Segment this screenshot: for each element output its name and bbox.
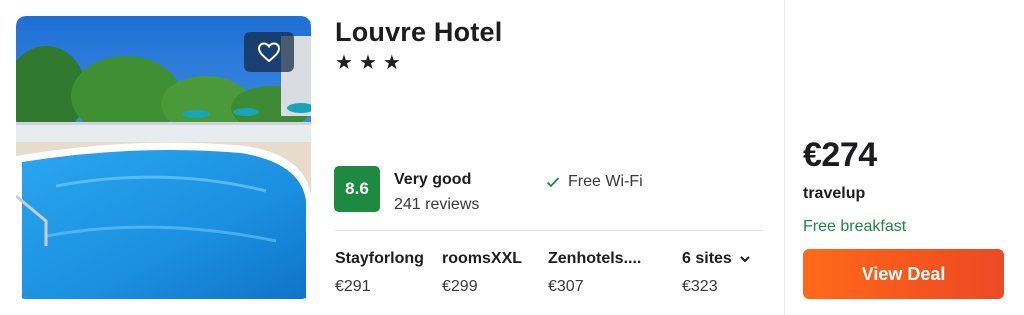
deal-price: €274 bbox=[803, 136, 877, 174]
more-sites-label: 6 sites bbox=[682, 250, 732, 267]
site-option-stayforlong[interactable]: Stayforlong €291 bbox=[335, 250, 424, 296]
site-option-roomsxxl[interactable]: roomsXXL €299 bbox=[442, 250, 522, 296]
divider bbox=[335, 230, 763, 231]
hotel-result-card: Louvre Hotel ★ ★ ★ 8.6 Very good 241 rev… bbox=[0, 0, 1024, 315]
more-sites-dropdown[interactable]: 6 sites €323 bbox=[682, 250, 750, 296]
site-name: Stayforlong bbox=[335, 250, 424, 267]
star-icon: ★ bbox=[358, 52, 377, 74]
rating-label: Very good bbox=[394, 171, 472, 188]
site-price: €291 bbox=[335, 278, 371, 295]
deal-provider: travelup bbox=[803, 185, 866, 202]
view-deal-button[interactable]: View Deal bbox=[803, 249, 1004, 299]
check-icon bbox=[546, 177, 560, 188]
site-price: €307 bbox=[548, 278, 584, 295]
column-separator bbox=[784, 0, 785, 315]
site-name: Zenhotels.... bbox=[548, 250, 642, 267]
star-icon: ★ bbox=[335, 52, 353, 74]
chevron-down-icon bbox=[740, 255, 750, 262]
heart-icon bbox=[257, 42, 281, 63]
site-option-zenhotels[interactable]: Zenhotels.... €307 bbox=[548, 250, 641, 296]
site-price: €299 bbox=[442, 278, 478, 295]
more-sites-label-row: 6 sites bbox=[682, 250, 750, 268]
more-sites-price: €323 bbox=[682, 278, 718, 295]
rating-score-badge: 8.6 bbox=[334, 166, 380, 212]
hotel-name[interactable]: Louvre Hotel bbox=[335, 17, 502, 48]
star-icon: ★ bbox=[382, 52, 401, 74]
review-count[interactable]: 241 reviews bbox=[394, 196, 479, 214]
star-rating: ★ ★ ★ bbox=[335, 53, 401, 73]
site-name: roomsXXL bbox=[442, 250, 523, 267]
deal-perk: Free breakfast bbox=[803, 218, 907, 235]
amenity-wifi: Free Wi-Fi bbox=[546, 173, 643, 191]
amenity-label: Free Wi-Fi bbox=[568, 173, 643, 190]
favorite-button[interactable] bbox=[244, 32, 294, 72]
